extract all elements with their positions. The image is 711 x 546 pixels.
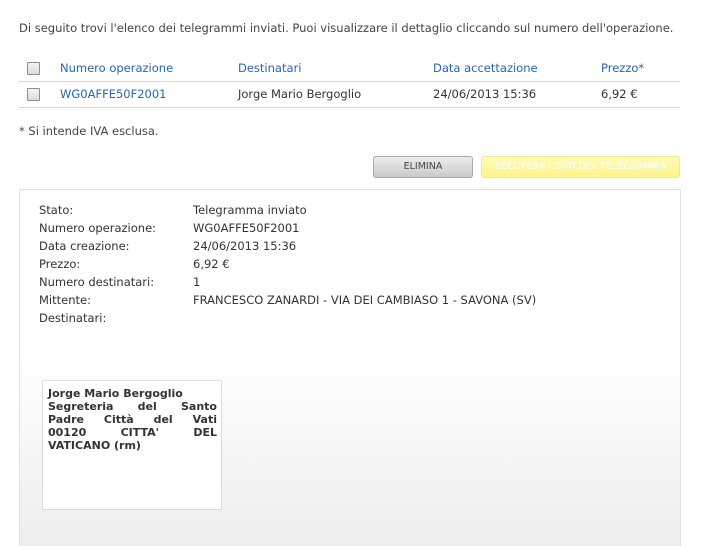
address-line: VATICANO (rm)	[48, 439, 141, 452]
select-all-checkbox[interactable]	[27, 61, 40, 75]
intro-text: Di seguito trovi l'elenco dei telegrammi…	[19, 21, 674, 35]
header-prezzo[interactable]: Prezzo*	[595, 55, 680, 82]
header-destinatari[interactable]: Destinatari	[231, 55, 428, 82]
header-numero-operazione[interactable]: Numero operazione	[53, 55, 231, 82]
value-numero-operazione: WG0AFFE50F2001	[193, 221, 300, 235]
recupera-dati-button[interactable]: RECUPERA I DATI DEL TELEGRAMMA	[481, 156, 680, 178]
cell-data: 24/06/2013 15:36	[428, 81, 595, 108]
vat-note: * Si intende IVA esclusa.	[19, 124, 159, 138]
cell-prezzo: 6,92 €	[595, 81, 680, 108]
label-destinatari: Destinatari:	[39, 311, 107, 325]
table-header-row: Numero operazione Destinatari Data accet…	[19, 55, 680, 82]
telegram-detail-panel: Stato: Telegramma inviato Numero operazi…	[19, 189, 681, 546]
value-data-creazione: 24/06/2013 15:36	[193, 239, 297, 253]
operation-number-link[interactable]: WG0AFFE50F2001	[60, 87, 166, 101]
table-row: WG0AFFE50F2001 Jorge Mario Bergoglio 24/…	[19, 81, 680, 108]
select-all-cell	[19, 55, 53, 82]
label-prezzo: Prezzo:	[39, 257, 81, 271]
label-numero-destinatari: Numero destinatari:	[39, 275, 155, 289]
label-data-creazione: Data creazione:	[39, 239, 130, 253]
elimina-button[interactable]: ELIMINA	[373, 156, 473, 178]
value-mittente: FRANCESCO ZANARDI - VIA DEI CAMBIASO 1 -…	[193, 293, 537, 307]
label-mittente: Mittente:	[39, 293, 91, 307]
address-line: Jorge Mario Bergoglio	[48, 387, 183, 400]
address-line: 00120 CITTA' DEL	[48, 426, 217, 439]
telegram-table: Numero operazione Destinatari Data accet…	[19, 55, 680, 108]
cell-destinatari: Jorge Mario Bergoglio	[231, 81, 428, 108]
address-line: Segreteria del Santo	[48, 400, 217, 413]
address-line: Padre Città del Vati	[48, 413, 217, 426]
row-checkbox[interactable]	[27, 88, 40, 101]
recipient-address-card: Jorge Mario Bergoglio Segreteria del San…	[42, 380, 222, 510]
label-numero-operazione: Numero operazione:	[39, 221, 157, 235]
value-numero-destinatari: 1	[193, 275, 201, 289]
value-stato: Telegramma inviato	[193, 203, 307, 217]
cell-numero: WG0AFFE50F2001	[53, 81, 231, 108]
label-stato: Stato:	[39, 203, 74, 217]
header-data-accettazione[interactable]: Data accettazione	[428, 55, 595, 82]
row-select-cell	[19, 81, 53, 108]
value-prezzo: 6,92 €	[193, 257, 230, 271]
